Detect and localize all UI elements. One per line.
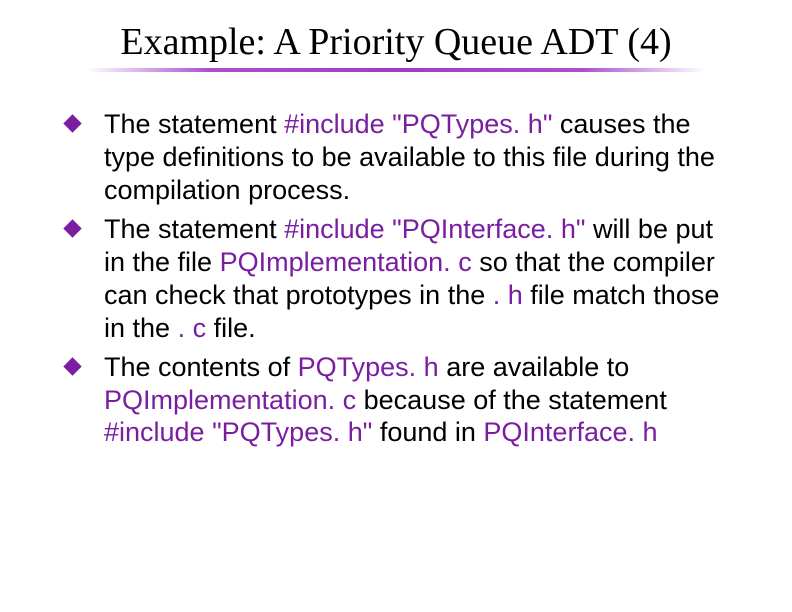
highlight-run: . c [178,313,207,343]
highlight-run: PQTypes. h [298,352,439,382]
slide: Example: A Priority Queue ADT (4) The st… [0,0,792,612]
text-run: are available to [439,352,630,382]
text-run: The statement [104,214,284,244]
text-run: The contents of [104,352,298,382]
title-underline [86,68,706,72]
highlight-run: PQImplementation. c [220,247,472,277]
slide-title: Example: A Priority Queue ADT (4) [50,20,742,64]
highlight-run: . h [493,280,523,310]
text-run: file. [206,313,256,343]
text-run: because of the statement [356,385,667,415]
bullet-icon [63,114,81,132]
highlight-run: #include "PQInterface. h" [284,214,585,244]
highlight-run: #include "PQTypes. h" [104,417,372,447]
text-run: found in [372,417,483,447]
list-item: The contents of PQTypes. h are available… [60,351,732,450]
highlight-run: PQInterface. h [483,417,657,447]
text-run: The statement [104,109,284,139]
list-item: The statement #include "PQInterface. h" … [60,213,732,345]
bullet-icon [63,357,81,375]
highlight-run: #include "PQTypes. h" [284,109,552,139]
bullet-icon [63,219,81,237]
bullet-list: The statement #include "PQTypes. h" caus… [50,108,742,449]
list-item: The statement #include "PQTypes. h" caus… [60,108,732,207]
highlight-run: PQImplementation. c [104,385,356,415]
